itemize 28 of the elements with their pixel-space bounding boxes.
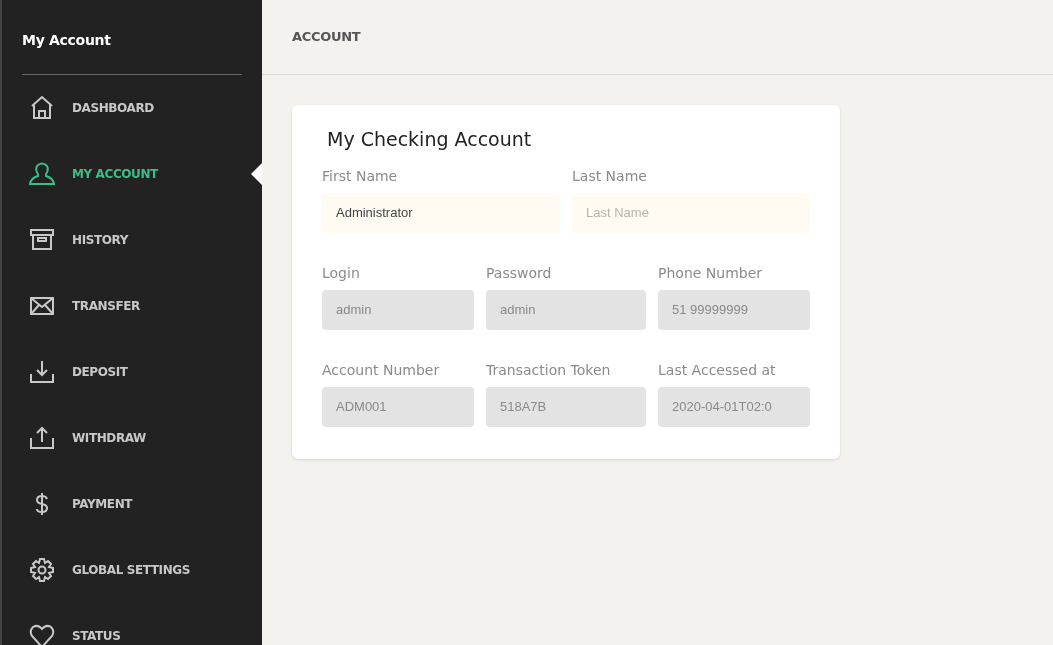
sidebar-item[interactable]: WITHDRAW bbox=[2, 405, 262, 471]
card-title: My Checking Account bbox=[327, 128, 532, 150]
sidebar-item[interactable]: HISTORY bbox=[2, 207, 262, 273]
sidebar-item[interactable]: DASHBOARD bbox=[2, 75, 262, 141]
heart-icon bbox=[28, 622, 56, 645]
field-label: Password bbox=[486, 263, 553, 283]
gear-icon bbox=[28, 556, 56, 584]
sidebar-item[interactable]: MY ACCOUNT bbox=[2, 141, 262, 207]
input-field[interactable]: Administrator bbox=[322, 192, 560, 233]
field-label: Login bbox=[322, 263, 361, 283]
sidebar-item[interactable]: TRANSFER bbox=[2, 273, 262, 339]
field-label: Last Name bbox=[572, 166, 648, 186]
field-label: First Name bbox=[322, 166, 399, 186]
sidebar-item[interactable]: GLOBAL SETTINGS bbox=[2, 537, 262, 603]
field-label: Last Accessed at bbox=[658, 360, 777, 380]
field-label: Transaction Token bbox=[486, 360, 612, 380]
page-title: ACCOUNT bbox=[292, 28, 361, 47]
sidebar-item[interactable]: PAYMENT bbox=[2, 471, 262, 537]
input-field[interactable]: Last Name bbox=[572, 192, 810, 233]
upload-icon bbox=[28, 424, 56, 452]
field-label: Account Number bbox=[322, 360, 441, 380]
sidebar-item[interactable]: DEPOSIT bbox=[2, 339, 262, 405]
pointer-icon bbox=[251, 163, 262, 185]
person-icon bbox=[28, 160, 56, 188]
sidebar-item[interactable]: STATUS bbox=[2, 603, 262, 645]
field-label: Phone Number bbox=[658, 263, 764, 283]
sidebar-title: My Account bbox=[22, 32, 111, 48]
download-icon bbox=[28, 358, 56, 386]
